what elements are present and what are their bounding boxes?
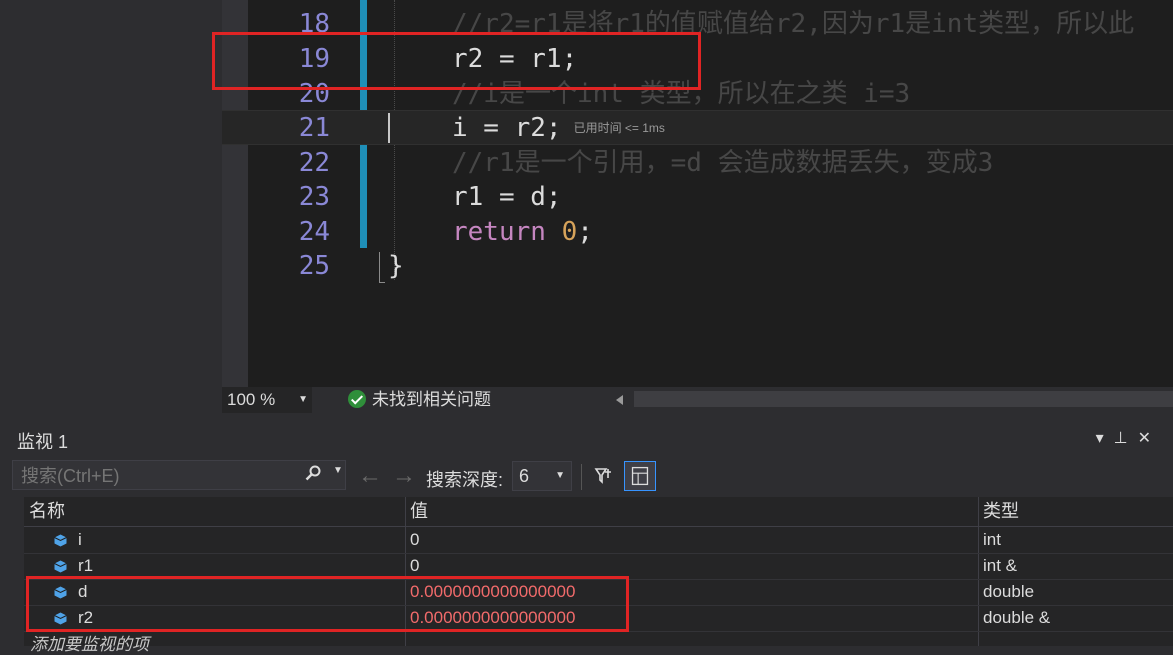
line-number: 24 <box>298 217 330 247</box>
table-row[interactable]: i 0 int <box>24 527 1173 554</box>
closing-brace: } <box>388 251 404 281</box>
column-header-name[interactable]: 名称 <box>29 497 65 526</box>
chevron-down-icon: ▼ <box>555 470 565 481</box>
column-header-value[interactable]: 值 <box>410 497 428 526</box>
search-input[interactable] <box>19 464 303 488</box>
perf-tip[interactable]: 已用时间 <= 1ms <box>574 121 665 135</box>
code-line-21-current: 21 i = r2; 已用时间 <= 1ms <box>222 110 1173 145</box>
panel-controls: ▾⊥✕ <box>1096 428 1161 448</box>
line-number: 23 <box>298 182 330 212</box>
toolbar-separator <box>581 464 582 490</box>
variable-icon <box>54 560 67 573</box>
variable-type: double & <box>983 608 1051 627</box>
code-line-25: 25 } <box>222 249 1173 284</box>
zoom-dropdown[interactable]: 100 % ▼ <box>222 387 312 413</box>
grid-header: 名称 值 类型 <box>24 497 1173 527</box>
number-literal: 0 <box>561 217 578 247</box>
issues-text: 未找到相关问题 <box>372 390 491 409</box>
watch-panel-title: 监视 1 <box>17 432 69 452</box>
depth-value: 6 <box>519 466 530 486</box>
chevron-down-icon[interactable]: ▼ <box>333 465 343 476</box>
pin-icon[interactable]: ⊥ <box>1114 430 1138 447</box>
watch-search-box[interactable]: ▼ <box>12 460 346 490</box>
zoom-value: 100 % <box>227 390 276 409</box>
window-menu-icon[interactable]: ▾ <box>1096 430 1114 447</box>
search-next-icon[interactable]: → <box>392 462 416 490</box>
code-statement: r1 = d; <box>452 182 562 212</box>
variable-type: int <box>983 530 1001 549</box>
search-depth-label: 搜索深度: <box>426 470 504 490</box>
view-as-table-icon[interactable] <box>624 461 656 491</box>
editor-status-strip: 100 % ▼ 未找到相关问题 <box>222 387 1173 413</box>
line-number: 22 <box>298 148 330 178</box>
highlight-box-line-19 <box>212 32 701 90</box>
variable-value[interactable]: 0 <box>410 527 419 553</box>
variable-name: i <box>78 530 82 549</box>
variable-type: double <box>983 582 1035 601</box>
close-icon[interactable]: ✕ <box>1138 430 1161 447</box>
semicolon: ; <box>577 217 593 247</box>
code-line-24: 24 return 0; <box>222 215 1173 250</box>
code-text: i = r2; <box>452 113 562 143</box>
issues-indicator[interactable]: 未找到相关问题 <box>348 387 491 413</box>
highlight-box-watch-rows <box>26 576 629 632</box>
variable-type: int & <box>983 556 1018 575</box>
search-icon[interactable] <box>305 465 321 481</box>
keyword: return <box>452 217 546 247</box>
code-line-22: 22 //r1是一个引用，=d 会造成数据丢失，变成3 <box>222 146 1173 181</box>
check-circle-icon <box>348 389 366 408</box>
code-statement: i = r2; 已用时间 <= 1ms <box>452 111 665 146</box>
code-line-23: 23 r1 = d; <box>222 180 1173 215</box>
line-number: 25 <box>298 251 330 281</box>
line-number: 21 <box>298 113 330 143</box>
code-statement: return 0; <box>452 215 593 250</box>
search-previous-icon[interactable]: ← <box>358 462 382 490</box>
column-header-type[interactable]: 类型 <box>983 497 1019 526</box>
chevron-down-icon: ▼ <box>298 394 308 405</box>
scroll-left-icon[interactable] <box>616 395 623 405</box>
code-comment: //r1是一个引用，=d 会造成数据丢失，变成3 <box>452 148 994 178</box>
variable-icon <box>54 534 67 547</box>
text-caret <box>388 113 390 143</box>
pin-filter-icon[interactable] <box>594 466 614 486</box>
search-depth-dropdown[interactable]: 6 ▼ <box>512 461 572 491</box>
add-watch-item[interactable]: 添加要监视的项 <box>30 630 149 655</box>
horizontal-scrollbar[interactable] <box>634 391 1173 407</box>
